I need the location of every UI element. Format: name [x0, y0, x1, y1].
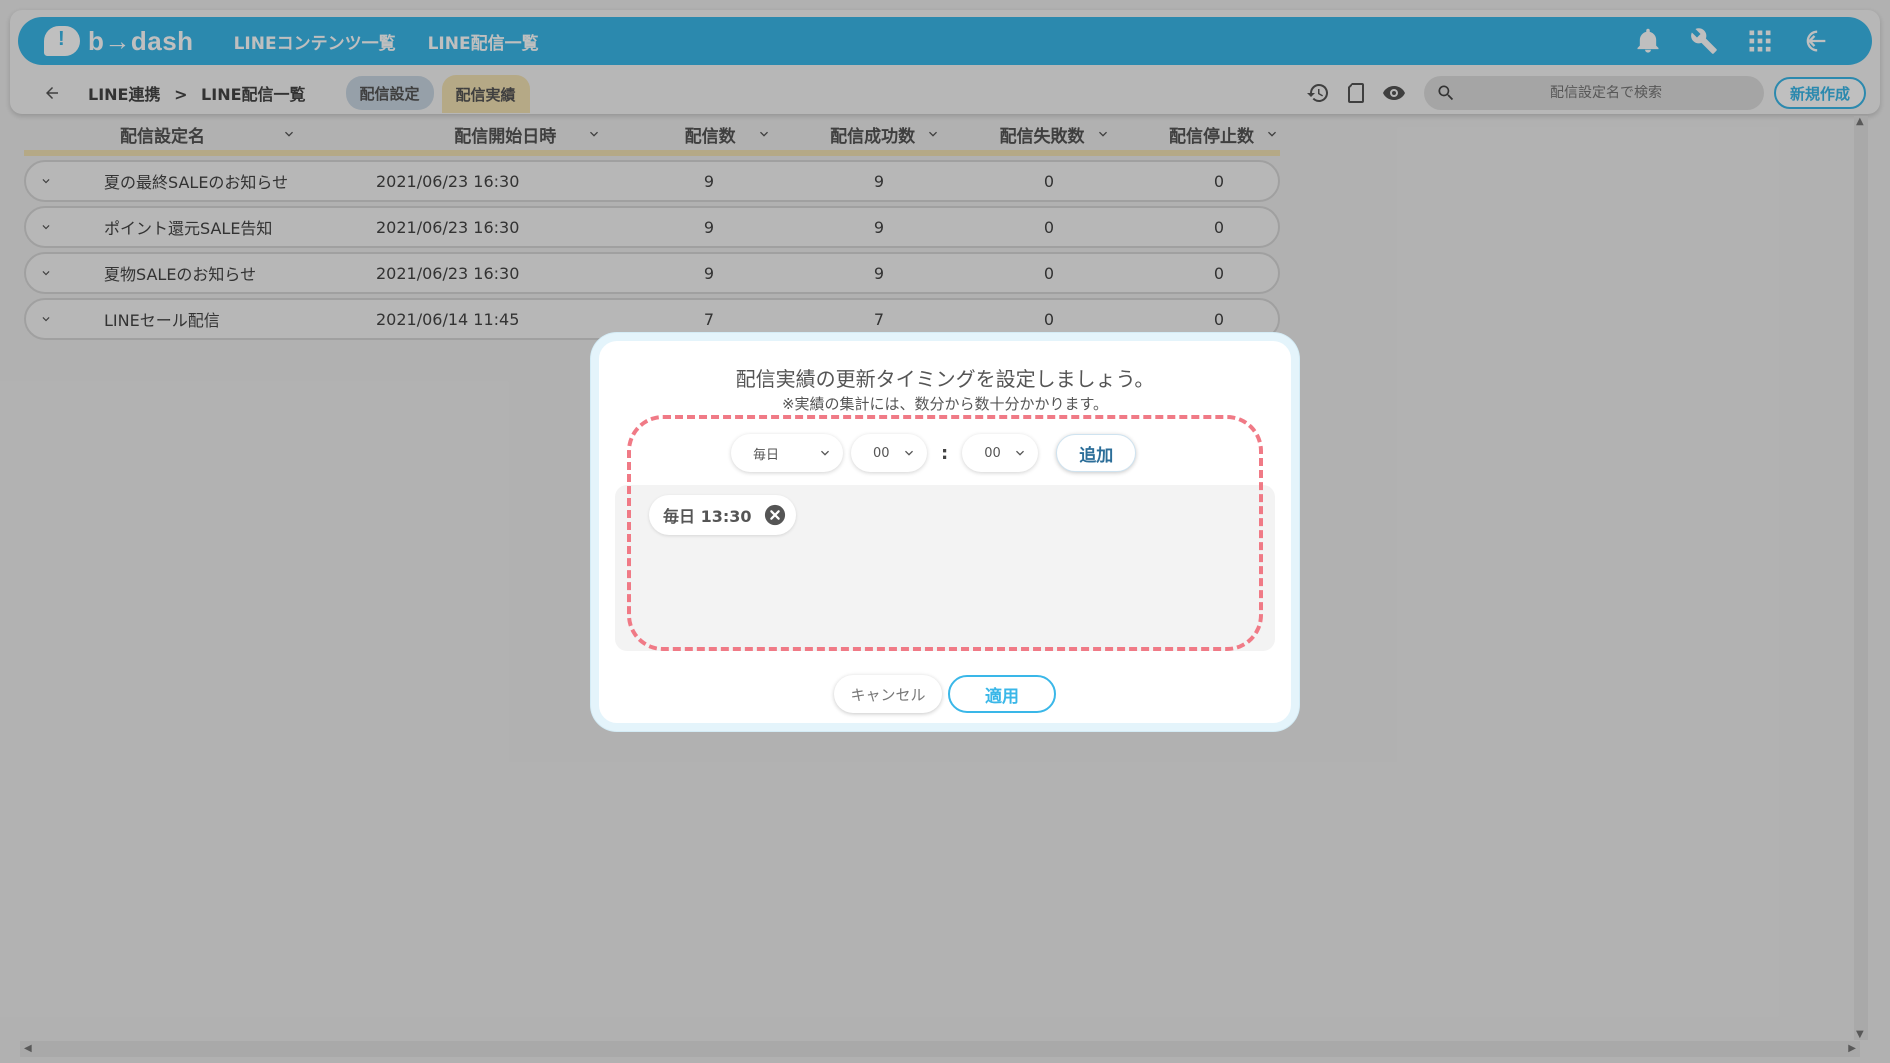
- cancel-button[interactable]: キャンセル: [834, 675, 942, 713]
- chevron-down-icon: [821, 450, 829, 456]
- timing-chip: 毎日 13:30: [649, 495, 796, 535]
- update-timing-modal: 配信実績の更新タイミングを設定しましょう。 ※実績の集計には、数分から数十分かか…: [591, 333, 1299, 731]
- remove-circle-icon[interactable]: [764, 504, 786, 526]
- add-timing-button[interactable]: 追加: [1056, 434, 1137, 472]
- timing-chip-label: 毎日 13:30: [663, 507, 752, 526]
- hour-value: 00: [873, 445, 890, 461]
- chevron-down-icon: [1016, 450, 1025, 456]
- frequency-value: 毎日: [753, 447, 780, 463]
- minute-select[interactable]: 00: [962, 434, 1039, 472]
- minute-value: 00: [984, 445, 1001, 461]
- chevron-down-icon: [905, 450, 913, 456]
- timing-list: 毎日 13:30: [615, 485, 1275, 651]
- modal-title: 配信実績の更新タイミングを設定しましょう。: [735, 367, 1155, 391]
- modal-subtitle: ※実績の集計には、数分から数十分かかります。: [781, 395, 1109, 413]
- app-page: b→dash LINEコンテンツ一覧 LINE配信一覧: [0, 0, 1890, 1063]
- apply-button[interactable]: 適用: [948, 675, 1056, 713]
- time-colon: :: [941, 442, 949, 464]
- hour-select[interactable]: 00: [851, 434, 927, 472]
- modal-actions: キャンセル 適用: [599, 675, 1291, 713]
- timing-controls: 毎日 00 : 00 追加: [731, 433, 1137, 473]
- frequency-select[interactable]: 毎日: [731, 434, 843, 472]
